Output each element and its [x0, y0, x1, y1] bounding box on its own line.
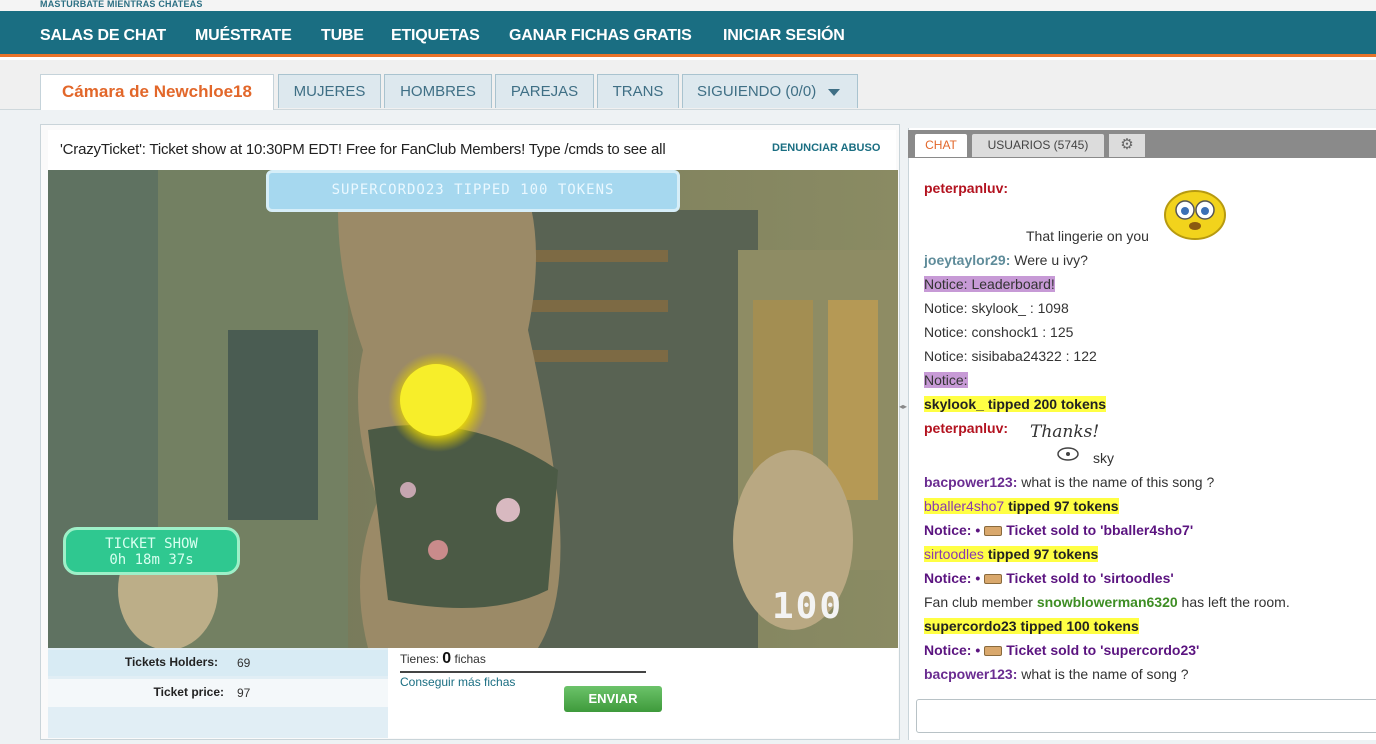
ticket-show-title: TICKET SHOW [105, 536, 198, 552]
ticket-price-label: Ticket price: [153, 685, 224, 699]
chat-tip-text: tipped 97 tokens [987, 546, 1099, 562]
chat-tip: sirtoodles tipped 97 tokens [924, 546, 1099, 562]
tab-couples[interactable]: PAREJAS [495, 74, 594, 108]
chat-system-message: Fan club member snowblowerman6320 has le… [924, 594, 1290, 610]
chat-notice: Notice: • Ticket sold to 'supercordo23' [924, 642, 1199, 658]
chat-notice: Notice: • Ticket sold to 'bballer4sho7' [924, 522, 1193, 538]
chat-notice-prefix: Notice: • [924, 642, 981, 658]
nav-free-tokens[interactable]: GANAR FICHAS GRATIS [509, 27, 692, 45]
chat-message-text: Were u ivy? [1014, 252, 1088, 268]
chat-notice: Notice: [924, 372, 968, 388]
chat-message: bacpower123: what is the name of song ? [924, 666, 1189, 682]
chat-message-text: what is the name of this song ? [1021, 474, 1215, 490]
token-balance-prefix: Tienes: [400, 652, 439, 666]
chat-notice-text: Ticket sold to 'sirtoodles' [1006, 570, 1174, 586]
tab-following[interactable]: SIGUIENDO (0/0) [682, 74, 858, 108]
chat-tip: skylook_ tipped 200 tokens [924, 396, 1107, 412]
chat-notice-prefix: Notice: • [924, 522, 981, 538]
chevron-down-icon [828, 88, 841, 96]
chat-notice-text: Notice: [924, 372, 968, 388]
chat-system-suffix: has left the room. [1181, 594, 1290, 610]
chat-notice: Notice: • Ticket sold to 'sirtoodles' [924, 570, 1174, 586]
token-balance: Tienes: 0 fichas [400, 650, 486, 668]
chat-notice-text: Ticket sold to 'bballer4sho7' [1006, 522, 1194, 538]
chat-notice: Notice: Leaderboard! [924, 276, 1055, 292]
ticket-price-value: 97 [237, 686, 251, 700]
emoticon-caption: sky [1093, 450, 1114, 466]
token-balance-divider [400, 671, 646, 673]
chat-username[interactable]: snowblowerman6320 [1037, 594, 1178, 610]
ticket-holders-label: Tickets Holders: [124, 655, 218, 669]
chat-username[interactable]: joeytaylor29: [924, 252, 1010, 268]
chat-message: joeytaylor29: Were u ivy? [924, 252, 1088, 268]
chat-username[interactable]: sirtoodles [924, 546, 984, 562]
tab-current-cam[interactable]: Cámara de Newchloe18 [40, 74, 274, 110]
chat-tip: supercordo23 tipped 100 tokens [924, 618, 1139, 634]
nav-login[interactable]: INICIAR SESIÓN [723, 27, 845, 45]
get-more-tokens-link[interactable]: Conseguir más fichas [400, 675, 515, 689]
ticket-icon [984, 646, 1003, 657]
site-tagline: MASTURBATE MIENTRAS CHATEAS [40, 0, 203, 9]
panel-resize-handle[interactable]: ◂▸ [899, 402, 907, 411]
chat-system-prefix: Fan club member [924, 594, 1033, 610]
chat-message: peterpanluv: [924, 180, 1008, 196]
nav-broadcast[interactable]: MUÉSTRATE [195, 27, 292, 45]
chat-tip: bballer4sho7 tipped 97 tokens [924, 498, 1119, 514]
emoticon-image [1163, 188, 1227, 240]
gear-icon[interactable]: ⚙ [1109, 134, 1145, 157]
tab-trans[interactable]: TRANS [597, 74, 679, 108]
chat-username[interactable]: bacpower123: [924, 474, 1017, 490]
video-frame [48, 170, 898, 648]
chat-notice-text: Notice: Leaderboard! [924, 276, 1055, 292]
chat-tip-text: skylook_ tipped 200 tokens [924, 396, 1107, 412]
token-balance-amount: 0 [442, 650, 452, 667]
thanks-emoticon-image: Thanks! [1024, 418, 1099, 466]
tab-users[interactable]: USUARIOS (5745) [972, 134, 1104, 157]
chat-notice-prefix: Notice: • [924, 570, 981, 586]
tab-following-label: SIGUIENDO (0/0) [697, 83, 817, 100]
token-balance-suffix: fichas [454, 652, 486, 666]
chat-notice: Notice: sisibaba24322 : 122 [924, 348, 1097, 364]
video-player[interactable] [48, 170, 898, 648]
chat-tip-text: tipped 97 tokens [1008, 498, 1119, 514]
tip-notification-banner: SUPERCORDO23 TIPPED 100 TOKENS [266, 170, 680, 212]
nav-tube[interactable]: TUBE [321, 27, 364, 45]
top-strip [0, 0, 1376, 11]
ticket-icon [984, 574, 1003, 585]
nav-tags[interactable]: ETIQUETAS [391, 27, 480, 45]
report-abuse-link[interactable]: DENUNCIAR ABUSO [772, 142, 880, 154]
ticket-show-timer: 0h 18m 37s [109, 552, 194, 568]
chat-message-text: That lingerie on you [1026, 228, 1149, 244]
chat-message-text: what is the name of song ? [1021, 666, 1189, 682]
chat-notice: Notice: skylook_ : 1098 [924, 300, 1069, 316]
chat-message: peterpanluv: [924, 420, 1008, 436]
main-navigation: SALAS DE CHAT MUÉSTRATE TUBE ETIQUETAS G… [0, 11, 1376, 57]
ticket-holders-value: 69 [237, 656, 251, 670]
tab-chat[interactable]: CHAT [915, 134, 967, 157]
chat-message: bacpower123: what is the name of this so… [924, 474, 1214, 490]
tab-women[interactable]: MUJERES [278, 74, 381, 108]
nav-chat-rooms[interactable]: SALAS DE CHAT [40, 27, 166, 45]
tip-counter: 100 [772, 586, 844, 627]
send-tip-button[interactable]: ENVIAR [564, 686, 662, 712]
ticket-show-badge: TICKET SHOW 0h 18m 37s [63, 527, 240, 575]
chat-tip-text: supercordo23 tipped 100 tokens [924, 618, 1139, 634]
chat-username[interactable]: bballer4sho7 [924, 498, 1004, 514]
room-subject: 'CrazyTicket': Ticket show at 10:30PM ED… [60, 141, 666, 158]
tab-men[interactable]: HOMBRES [384, 74, 492, 108]
ticket-icon [984, 526, 1003, 537]
chat-username[interactable]: bacpower123: [924, 666, 1017, 682]
chat-notice-text: Ticket sold to 'supercordo23' [1006, 642, 1200, 658]
chat-username[interactable]: peterpanluv: [924, 180, 1008, 196]
chat-notice: Notice: conshock1 : 125 [924, 324, 1074, 340]
chat-username[interactable]: peterpanluv: [924, 420, 1008, 436]
chat-input[interactable] [916, 699, 1376, 733]
